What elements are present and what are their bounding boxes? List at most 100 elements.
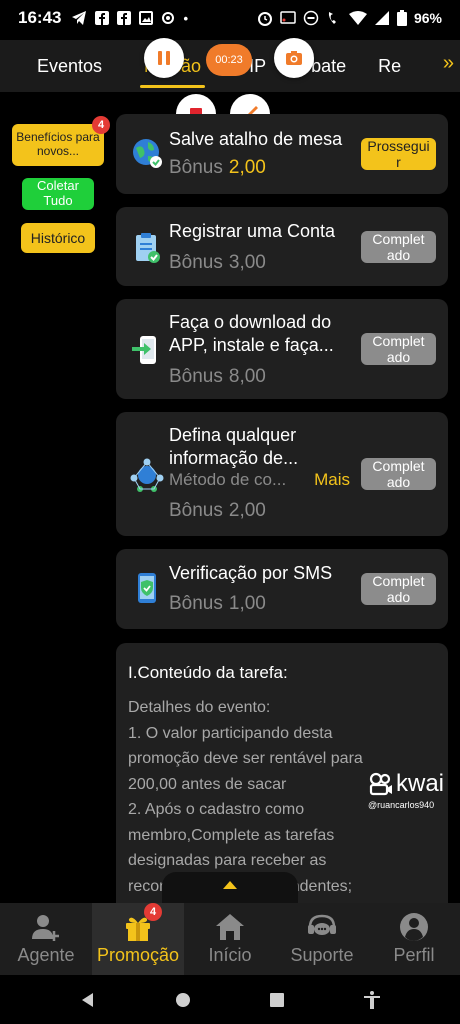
completado-button: Completado	[361, 333, 436, 365]
bonus-label: Bônus	[169, 252, 223, 273]
task-list: Salve atalho de mesa Bônus 2,00 Prossegui…	[116, 114, 448, 642]
task-title: Registrar uma Conta	[169, 221, 336, 241]
bonus-label: Bônus	[169, 593, 223, 614]
nav-agente[interactable]: Agente	[0, 903, 92, 975]
coletar-tudo-button[interactable]: Coletar Tudo	[22, 178, 94, 210]
image-icon	[139, 11, 154, 25]
bonus-label: Bônus	[169, 366, 223, 387]
task-card: Salve atalho de mesa Bônus 2,00 Prossegui…	[116, 114, 448, 194]
info-line: designadas para receber as	[128, 852, 327, 869]
screenshot-button[interactable]	[274, 38, 314, 78]
completado-button: Completado	[361, 231, 436, 263]
beneficios-label: Benefícios para novos...	[16, 130, 100, 158]
back-icon[interactable]	[79, 991, 97, 1009]
profile-icon	[400, 913, 428, 941]
clipboard-check-icon	[136, 233, 160, 263]
nav-label: Perfil	[393, 945, 435, 965]
battery-icon	[396, 10, 407, 26]
tab-more[interactable]: Re	[364, 40, 415, 92]
signal-icon	[374, 11, 389, 25]
bonus-label: Bônus	[169, 500, 223, 521]
task-title: Verificação por SMS	[169, 563, 333, 583]
accessibility-icon[interactable]	[362, 990, 382, 1010]
nav-promocao[interactable]: 4 Promoção	[92, 903, 184, 975]
task-bonus: Bônus 3,00	[169, 252, 266, 274]
task-bonus: Bônus 1,00	[169, 593, 266, 615]
completado-button: Completado	[361, 573, 436, 605]
home-icon	[216, 914, 244, 940]
pause-button[interactable]	[144, 38, 184, 78]
bonus-value: 3,00	[228, 252, 266, 273]
prosseguir-button[interactable]: Prosseguir	[361, 138, 436, 170]
facebook-icon	[117, 11, 132, 25]
support-chat-icon	[308, 914, 336, 935]
bonus-value: 8,00	[228, 366, 266, 387]
cast-icon	[280, 11, 296, 24]
phone-shield-icon	[138, 573, 156, 603]
info-line: promoção deve ser rentável para	[128, 750, 363, 767]
bonus-value: 2,00	[228, 157, 266, 178]
info-line: membro,Complete as tarefas	[128, 826, 335, 844]
network-icon	[130, 458, 164, 492]
status-bar: 16:43 • 96%	[0, 0, 460, 36]
bottom-navigation: Agente 4 Promoção Início Suporte Perfil	[0, 903, 460, 975]
kwai-camera-icon	[369, 772, 392, 796]
settings-icon	[162, 12, 175, 24]
home-circle-icon[interactable]	[174, 991, 192, 1009]
historico-button[interactable]: Histórico	[21, 223, 95, 253]
nav-inicio[interactable]: Início	[184, 903, 276, 975]
task-card: Verificação por SMS Bônus 1,00 Completado	[116, 549, 448, 629]
battery-percent: 96%	[413, 10, 442, 26]
kwai-watermark: kwai @ruancarlos940	[368, 770, 454, 810]
task-content-heading: I.Conteúdo da tarefa:	[128, 663, 288, 682]
dnd-icon	[303, 10, 319, 26]
beneficios-novos-button[interactable]: Benefícios para novos... 4	[12, 116, 110, 166]
nav-label: Agente	[17, 945, 75, 965]
task-card: Faça o download do APP, instale e faça..…	[116, 299, 448, 399]
nav-label: Promoção	[96, 945, 180, 965]
task-card: Defina qualquer informação de... Método …	[116, 412, 448, 536]
bonus-label: Bônus	[169, 157, 223, 178]
task-title-line: informação de...	[169, 448, 299, 468]
nav-label: Suporte	[290, 945, 354, 965]
tab-eventos[interactable]: Eventos	[0, 40, 122, 92]
nav-label: Início	[208, 945, 252, 965]
task-card: Registrar uma Conta Bônus 3,00 Completado	[116, 207, 448, 286]
pause-icon	[158, 51, 170, 65]
task-subtitle: Método de co...	[169, 470, 287, 489]
nav-suporte[interactable]: Suporte	[276, 903, 368, 975]
android-navigation-bar	[0, 975, 460, 1024]
mais-link[interactable]: Mais	[314, 470, 350, 490]
dot-icon: •	[183, 10, 189, 26]
task-bonus: Bônus 2,00	[169, 500, 266, 522]
expand-panel-handle[interactable]	[162, 872, 298, 904]
facebook-icon	[95, 11, 110, 25]
task-title-line: Defina qualquer	[169, 425, 297, 445]
system-icons: 96%	[257, 10, 442, 26]
status-time: 16:43	[18, 8, 62, 27]
bonus-value: 2,00	[228, 500, 266, 521]
task-bonus: Bônus 8,00	[169, 366, 266, 388]
record-timer[interactable]: 00:23	[206, 44, 252, 76]
notification-icons: •	[71, 10, 188, 26]
completado-button: Completado	[361, 458, 436, 490]
alarm-icon	[257, 12, 272, 26]
chevron-up-icon	[223, 881, 237, 889]
tabs-scroll-arrow-icon[interactable]: »	[443, 52, 454, 75]
task-bonus: Bônus 2,00	[169, 157, 266, 179]
bonus-value: 1,00	[228, 593, 266, 614]
wifi-icon	[348, 11, 367, 25]
task-title: Salve atalho de mesa	[169, 129, 343, 149]
phone-download-icon	[132, 336, 156, 364]
info-line: 1. O valor participando desta	[128, 724, 333, 742]
task-title: Faça o download do APP, instale e faça..…	[169, 311, 334, 357]
recents-icon[interactable]	[269, 992, 285, 1008]
mission-sidebar: Benefícios para novos... 4 Coletar Tudo …	[12, 116, 110, 265]
nav-perfil[interactable]: Perfil	[368, 903, 460, 975]
globe-icon	[133, 139, 162, 168]
info-line: Detalhes do evento:	[128, 699, 271, 716]
task-title: Defina qualquer informação de...	[169, 424, 298, 470]
beneficios-badge: 4	[92, 116, 110, 134]
kwai-logo: kwai	[368, 770, 454, 798]
task-title-line: APP, instale e faça...	[169, 335, 334, 355]
